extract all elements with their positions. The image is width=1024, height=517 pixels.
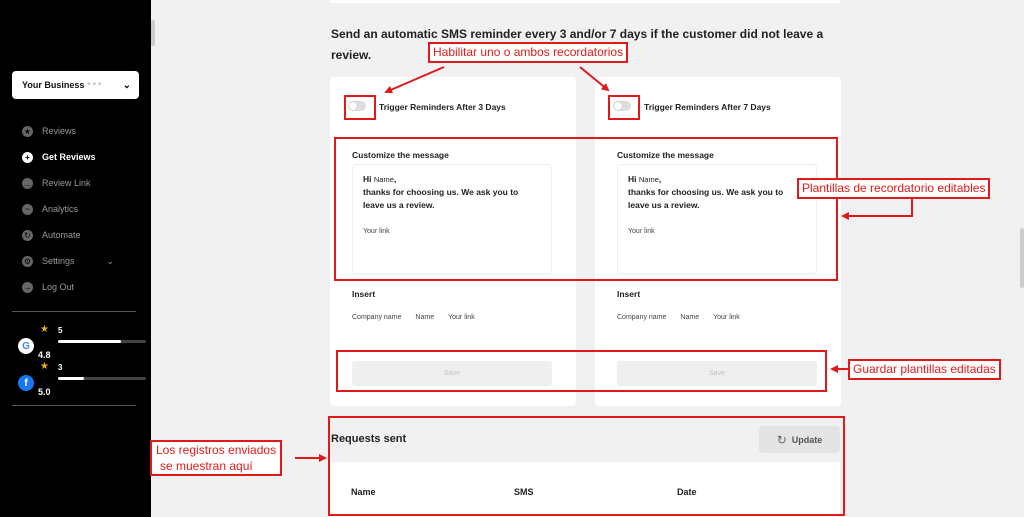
- sidebar-item-label: Settings: [42, 256, 75, 266]
- rating-bar: [58, 377, 146, 380]
- sidebar-divider: [12, 405, 136, 406]
- business-name-masked: * * *: [87, 81, 102, 90]
- star-icon: ★: [40, 324, 49, 335]
- star-icon: ★: [40, 361, 49, 372]
- insert-title: Insert: [617, 289, 641, 299]
- google-logo-icon: G: [18, 338, 34, 354]
- annotation-logs-line2: se muestran aquí: [160, 459, 253, 473]
- annotation-box-toggle-1: [344, 95, 376, 120]
- sidebar-item-label: Get Reviews: [42, 152, 96, 162]
- automate-icon: ↻: [22, 229, 33, 241]
- annotation-box-templates: [334, 137, 838, 281]
- facebook-logo-icon: f: [18, 375, 34, 391]
- sidebar-scroll-handle[interactable]: [151, 20, 155, 46]
- sidebar-item-label: Analytics: [42, 204, 79, 214]
- sidebar-item-automate[interactable]: ↻ Automate: [22, 222, 114, 248]
- annotation-save: Guardar plantillas editadas: [848, 359, 1001, 380]
- insert-title: Insert: [352, 289, 376, 299]
- insert-chip-company-name[interactable]: Company name: [352, 314, 401, 321]
- rating-score: 5.0: [38, 387, 51, 397]
- insert-chip-name[interactable]: Name: [680, 314, 699, 321]
- annotation-logs: Los registros enviados se muestran aquí: [150, 440, 283, 476]
- sidebar-item-label: Reviews: [42, 126, 77, 136]
- chart-icon: ~: [22, 203, 33, 215]
- business-name: Your Business: [22, 80, 85, 90]
- annotation-box-toggle-2: [608, 95, 640, 120]
- toggle-label: Trigger Reminders After 7 Days: [644, 102, 771, 112]
- insert-chips: Company name Name Your link: [617, 314, 740, 321]
- insert-chip-link[interactable]: Your link: [713, 314, 740, 321]
- insert-chip-name[interactable]: Name: [415, 314, 434, 321]
- insert-chip-link[interactable]: Your link: [448, 314, 475, 321]
- rating-bar: [58, 340, 146, 343]
- star-icon: ★: [22, 125, 33, 137]
- page-scroll-handle[interactable]: [1020, 228, 1024, 288]
- business-select[interactable]: Your Business * * * ⌄: [12, 71, 139, 99]
- review-count: 5: [58, 326, 63, 335]
- annotation-enable: Habilitar uno o ambos recordatorios: [428, 42, 629, 63]
- sidebar-divider: [12, 311, 136, 312]
- sidebar-item-settings[interactable]: ⚙ Settings ⌄: [22, 248, 114, 274]
- sidebar: Your Business * * * ⌄ ★ Reviews + Get Rev…: [0, 0, 151, 517]
- rating-bar-fill: [58, 377, 85, 380]
- insert-chips: Company name Name Your link: [352, 314, 475, 321]
- plus-icon: +: [22, 151, 33, 163]
- logout-icon: →: [22, 281, 33, 293]
- chevron-down-icon: ⌄: [106, 255, 115, 266]
- gear-icon: ⚙: [22, 255, 33, 267]
- sidebar-item-label: Automate: [42, 230, 81, 240]
- annotation-box-requests: [328, 416, 845, 516]
- sidebar-item-reviews[interactable]: ★ Reviews: [22, 118, 114, 144]
- google-rating: G ★ 5 4.8: [18, 324, 146, 360]
- rating-score: 4.8: [38, 350, 51, 360]
- sidebar-item-label: Log Out: [42, 282, 75, 292]
- chevron-down-icon: ⌄: [122, 79, 131, 91]
- sidebar-nav: ★ Reviews + Get Reviews … Review Link ~ …: [22, 118, 114, 300]
- arrow-to-templates: [841, 197, 913, 220]
- sidebar-item-log-out[interactable]: → Log Out: [22, 274, 114, 300]
- annotation-templates: Plantillas de recordatorio editables: [797, 178, 991, 199]
- annotation-box-save: [336, 350, 827, 392]
- sidebar-item-analytics[interactable]: ~ Analytics: [22, 196, 114, 222]
- rating-bar-fill: [58, 340, 122, 343]
- sidebar-item-get-reviews[interactable]: + Get Reviews: [22, 144, 114, 170]
- top-card-edge: [330, 0, 840, 3]
- chat-icon: …: [22, 177, 33, 189]
- sidebar-item-review-link[interactable]: … Review Link: [22, 170, 114, 196]
- facebook-rating: f ★ 3 5.0: [18, 361, 146, 397]
- toggle-label: Trigger Reminders After 3 Days: [379, 102, 506, 112]
- annotation-logs-line1: Los registros enviados: [156, 443, 277, 457]
- review-count: 3: [58, 363, 63, 372]
- sidebar-item-label: Review Link: [42, 178, 91, 188]
- insert-chip-company-name[interactable]: Company name: [617, 314, 666, 321]
